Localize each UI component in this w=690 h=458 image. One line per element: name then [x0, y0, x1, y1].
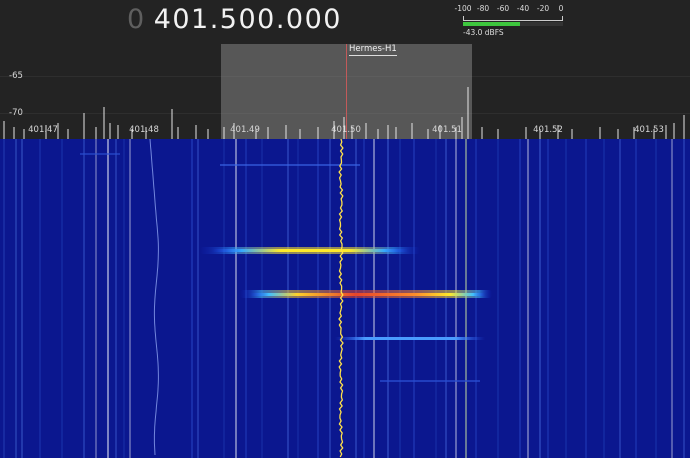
meter-tick: -100	[454, 4, 472, 13]
frequency-display[interactable]: 0 401.500.000	[127, 4, 342, 35]
top-bar: 0 401.500.000 -100 -80 -60 -40 -20 0 -43.…	[0, 0, 690, 44]
db-label: -70	[9, 108, 23, 118]
freq-label: 401.51	[432, 125, 462, 135]
meter-bar-track	[463, 22, 563, 26]
waterfall-carrier-lines	[3, 139, 685, 458]
meter-tick: -40	[516, 4, 530, 13]
meter-readout: -43.0 dBFS	[463, 28, 504, 37]
freq-label: 401.49	[230, 125, 260, 135]
waterfall-signal	[220, 164, 360, 166]
frequency-leading-digit[interactable]: 0	[127, 4, 146, 35]
waterfall-display[interactable]	[0, 139, 690, 458]
waterfall-drift-trace	[149, 139, 159, 456]
freq-label: 401.48	[129, 125, 159, 135]
waterfall-canvas	[3, 139, 685, 458]
meter-tick: -60	[496, 4, 510, 13]
db-label: -65	[9, 71, 23, 81]
signal-meter: -100 -80 -60 -40 -20 0 -43.0 dBFS	[454, 4, 573, 40]
freq-label: 401.50	[331, 125, 361, 135]
freq-label: 401.47	[28, 125, 58, 135]
meter-tick: -20	[536, 4, 550, 13]
waterfall-signal	[335, 337, 485, 340]
waterfall-signal	[212, 249, 408, 252]
freq-label: 401.52	[533, 125, 563, 135]
waterfall-signal	[250, 293, 485, 296]
meter-tick: -80	[476, 4, 490, 13]
meter-scale	[463, 16, 563, 21]
spectrum-plot[interactable]: Hermes-H1 -65 -70 401.47 401.48 401.49 4…	[0, 44, 690, 139]
meter-level-bar	[463, 22, 520, 26]
waterfall-signal	[80, 153, 120, 155]
freq-label: 401.53	[634, 125, 664, 135]
waterfall-signal	[380, 380, 480, 382]
frequency-value[interactable]: 401.500.000	[154, 4, 342, 35]
meter-tick: 0	[558, 4, 564, 13]
meter-tick-labels: -100 -80 -60 -40 -20 0	[454, 4, 573, 16]
station-label: Hermes-H1	[349, 44, 397, 56]
